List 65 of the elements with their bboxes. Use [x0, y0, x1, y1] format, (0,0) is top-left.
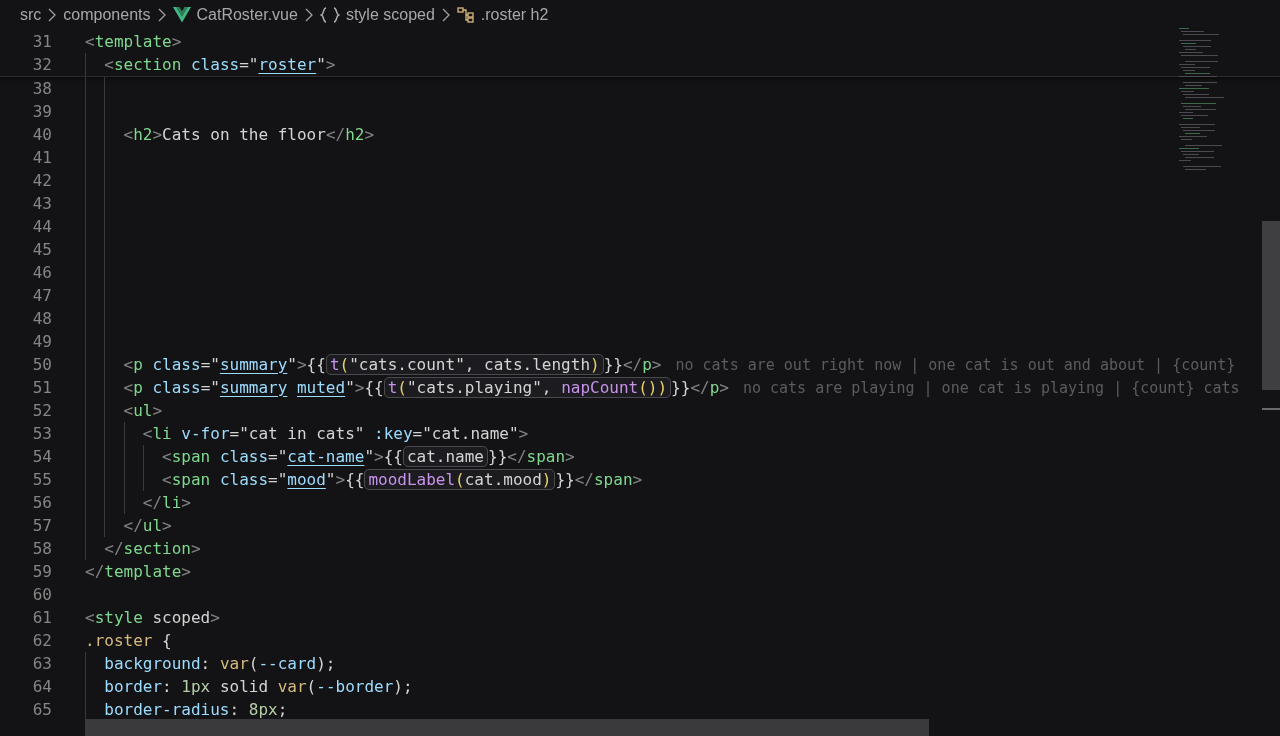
line-number: 45: [31, 240, 52, 259]
code-line: border: 1px solid var(--border);: [103, 677, 413, 696]
code-line: <h2>Cats on the floor</h2>: [122, 125, 375, 144]
braces-icon: [319, 7, 340, 23]
breadcrumb-item[interactable]: style scoped: [345, 6, 435, 24]
symbol-tree-icon: [456, 7, 475, 23]
line-number: 53: [31, 424, 52, 443]
line-number: 44: [31, 217, 52, 236]
line-number: 61: [31, 608, 52, 627]
code-line: <p class="summary">{{ t("cats.count", cats.length) }}</p>: [122, 354, 662, 375]
code-line: </template>: [85, 562, 191, 581]
line-number: 40: [31, 125, 52, 144]
code-line: <template>: [85, 32, 182, 51]
line-number: 39: [31, 102, 52, 121]
inlay-hint: no cats are out right now | one cat is out and about | {count}: [675, 355, 1236, 374]
code-line: <li v-for="cat in cats" :key="cat.name">: [141, 424, 529, 443]
line-number: 62: [31, 631, 52, 650]
code-line: border-radius: 8px;: [103, 700, 288, 719]
line-number: 47: [31, 286, 52, 305]
line-number: 57: [31, 516, 52, 535]
line-number: 54: [31, 447, 52, 466]
line-number: 59: [31, 562, 52, 581]
line-number: 64: [31, 677, 52, 696]
line-number: 41: [31, 148, 52, 167]
line-number: 52: [31, 401, 52, 420]
code-line: <p class="summary muted">{{ t("cats.playing", napCount()) }}</p>: [122, 377, 729, 398]
line-number: 63: [31, 654, 52, 673]
line-number: 50: [31, 355, 52, 374]
chevron-icon: [303, 8, 314, 22]
line-number: 42: [31, 171, 52, 190]
code-line: <ul>: [122, 401, 163, 420]
code-line: .roster {: [85, 631, 172, 650]
code-line: <style scoped>: [85, 608, 220, 627]
line-number: 49: [31, 332, 52, 351]
code-line: <section class="roster">: [103, 55, 336, 74]
horizontal-scrollbar-thumb[interactable]: [85, 719, 929, 736]
line-number: 32: [31, 55, 52, 74]
chevron-icon: [156, 8, 167, 22]
code-line: </section>: [103, 539, 201, 558]
line-number: 55: [31, 470, 52, 489]
line-number: 58: [31, 539, 52, 558]
line-number: 48: [31, 309, 52, 328]
line-number: 60: [31, 585, 52, 604]
code-line: </li>: [141, 493, 191, 512]
code-line: background: var(--card);: [103, 654, 336, 673]
breadcrumb-item[interactable]: components: [63, 6, 151, 24]
line-number: 51: [31, 378, 52, 397]
chevron-icon: [47, 8, 58, 22]
scrollbar-thumb[interactable]: [1262, 221, 1280, 390]
scroll-marker: [1262, 408, 1280, 410]
code-line: <span class="mood">{{ moodLabel(cat.mood) }}</span>: [161, 469, 643, 490]
line-number: 46: [31, 263, 52, 282]
line-number: 56: [31, 493, 52, 512]
code-line: </ul>: [122, 516, 172, 535]
code-line: <span class="cat-name">{{ cat.name }}</span>: [161, 446, 575, 467]
chevron-icon: [440, 8, 451, 22]
inlay-hint: no cats are playing | one cat is playing | {count} cats: [742, 378, 1240, 397]
line-number: 65: [31, 700, 52, 719]
line-number: 43: [31, 194, 52, 213]
v-logo-icon: [172, 7, 191, 23]
breadcrumb-item[interactable]: .roster h2: [480, 6, 549, 24]
breadcrumb-item[interactable]: src: [20, 6, 42, 24]
line-number: 31: [31, 32, 52, 51]
line-number: 38: [31, 79, 52, 98]
breadcrumb-item[interactable]: CatRoster.vue: [196, 6, 298, 24]
